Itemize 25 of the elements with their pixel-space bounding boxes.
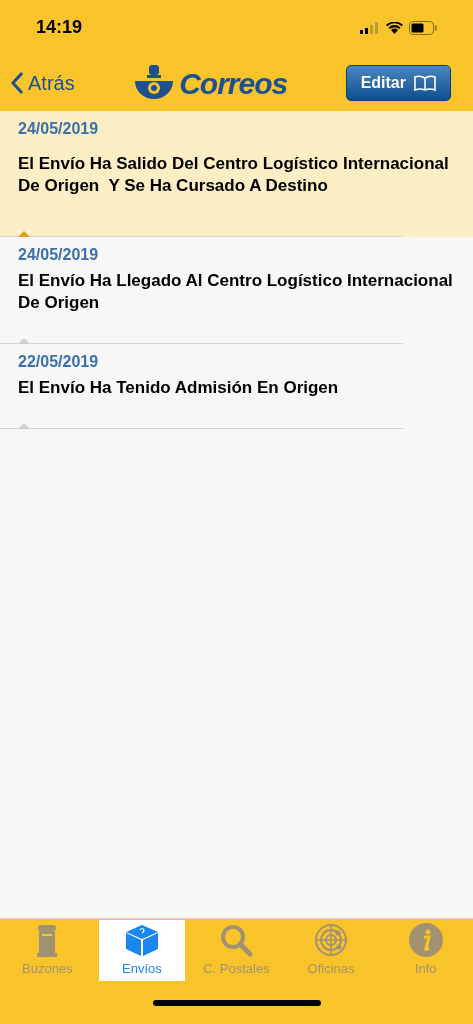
info-icon bbox=[408, 922, 443, 957]
signal-icon bbox=[360, 21, 380, 34]
notch-icon bbox=[18, 231, 30, 237]
book-icon bbox=[414, 75, 436, 91]
notch-icon bbox=[18, 338, 30, 344]
wifi-icon bbox=[386, 21, 403, 34]
tracking-event[interactable]: 24/05/2019 El Envío Ha Salido Del Centro Logístico Internacional De Origen Y Se Ha Cursado A Destino bbox=[0, 111, 473, 237]
package-icon bbox=[123, 922, 160, 957]
notch-icon bbox=[18, 423, 30, 429]
edit-button[interactable]: Editar bbox=[345, 65, 451, 101]
tab-bar-item[interactable]: Envíos bbox=[98, 920, 186, 981]
event-description: El Envío Ha Salido Del Centro Logístico Internacional De Origen Y Se Ha Cursado A Destino bbox=[18, 153, 450, 197]
chevron-left-icon bbox=[10, 71, 24, 95]
mailbox-icon bbox=[35, 922, 60, 957]
event-description: El Envío Ha Llegado Al Centro Logístico Internacional De Origen bbox=[18, 270, 454, 314]
event-description: El Envío Ha Tenido Admisión En Origen bbox=[18, 377, 340, 399]
event-date: 24/05/2019 bbox=[18, 119, 100, 139]
search-icon bbox=[219, 922, 254, 957]
battery-icon bbox=[409, 20, 437, 35]
radar-icon bbox=[314, 922, 349, 957]
back-button[interactable]: Atrás bbox=[10, 68, 75, 98]
event-date: 22/05/2019 bbox=[18, 352, 100, 372]
logo-wordmark: Correos bbox=[179, 65, 288, 102]
event-date: 24/05/2019 bbox=[18, 245, 100, 265]
status-time: 14:19 bbox=[36, 16, 83, 39]
